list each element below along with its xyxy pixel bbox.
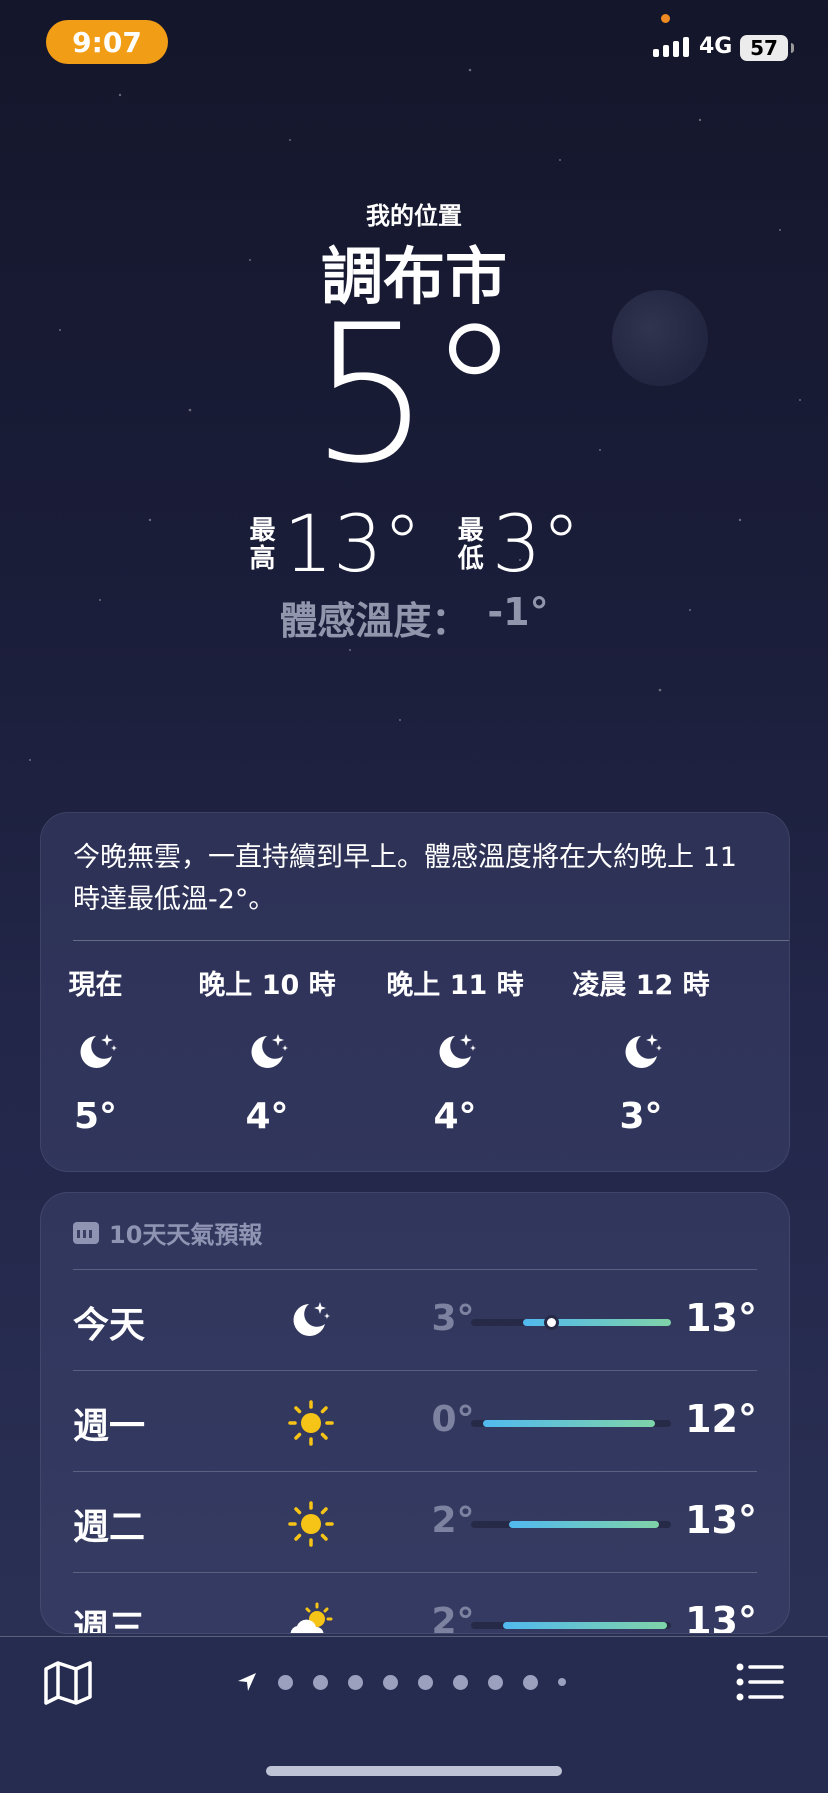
page-dot[interactable]: [453, 1674, 468, 1690]
temp-range-fill: [509, 1521, 659, 1528]
forecast-row[interactable]: 週二 2° 13°: [73, 1472, 757, 1572]
page-dot[interactable]: [383, 1674, 398, 1690]
location-arrow-icon[interactable]: [236, 1671, 258, 1693]
low-label: 最低: [457, 516, 484, 574]
sun-icon: [287, 1500, 335, 1548]
page-indicator[interactable]: [236, 1671, 566, 1693]
feels-like-label: 體感溫度：: [279, 599, 470, 643]
hour-label: 現在: [68, 970, 123, 1001]
hourly-item: 晚上 10 時 4°: [187, 963, 347, 1137]
day-label: 週一: [73, 1406, 146, 1447]
forecast-row[interactable]: 今天 3° 13°: [73, 1270, 757, 1370]
feels-like: 體感溫度： -1°: [0, 590, 828, 645]
temp-range-bar: [471, 1622, 671, 1629]
divider: [73, 940, 789, 941]
page-dot[interactable]: [488, 1674, 503, 1690]
status-time[interactable]: 9:07: [46, 20, 168, 64]
forecast-row[interactable]: 週一 0° 12°: [73, 1371, 757, 1471]
forecast-title: 10天天氣預報: [109, 1221, 263, 1249]
temp-range-fill: [503, 1622, 667, 1629]
high-low-temps: 最高 13° 最低 3°: [0, 500, 828, 590]
page-dot[interactable]: [278, 1674, 293, 1690]
low-temp: 3°: [491, 500, 581, 590]
privacy-indicator-dot: [661, 14, 670, 23]
page-dot[interactable]: [313, 1674, 328, 1690]
page-dot[interactable]: [523, 1674, 538, 1690]
hourly-forecast-card[interactable]: 今晚無雲，一直持續到早上。體感溫度將在大約晚上 11時達最低溫-2°。 現在 5°…: [40, 812, 790, 1172]
home-indicator[interactable]: [266, 1766, 562, 1776]
hourly-item: 晚上 11 時 4°: [375, 963, 535, 1137]
hourly-item: 凌晨: [741, 963, 789, 1002]
sun-icon: [287, 1399, 335, 1447]
partly-cloudy-sun-icon: [287, 1601, 335, 1633]
map-icon[interactable]: [40, 1657, 96, 1707]
forecast-row[interactable]: 週三 2° 13°: [73, 1573, 757, 1634]
hour-temp: 4°: [433, 1096, 477, 1137]
page-dot[interactable]: [418, 1674, 433, 1690]
page-dot[interactable]: [558, 1678, 566, 1686]
high-temp: 13°: [685, 1498, 757, 1542]
hour-temp: 5°: [73, 1096, 118, 1137]
calendar-icon: [73, 1221, 99, 1244]
low-temp: 2°: [431, 1601, 475, 1634]
day-label: 今天: [73, 1305, 146, 1346]
page-dot[interactable]: [348, 1674, 363, 1690]
moon-stars-icon: [433, 1030, 477, 1074]
hour-label: 凌晨 12 時: [572, 970, 710, 1001]
hourly-item: 現在 5°: [41, 963, 158, 1137]
moon-stars-icon: [245, 1030, 289, 1074]
hourly-item: 凌晨 12 時 3°: [561, 963, 721, 1137]
forecast-header: 10天天氣預報: [73, 1215, 262, 1250]
day-label: 週三: [73, 1608, 146, 1634]
temp-range-fill: [483, 1420, 655, 1427]
weather-summary: 今晚無雲，一直持續到早上。體感溫度將在大約晚上 11時達最低溫-2°。: [73, 842, 737, 915]
hour-label: 晚上 10 時: [198, 970, 336, 1001]
network-type: 4G: [699, 34, 733, 59]
high-temp: 12°: [685, 1397, 757, 1441]
feels-like-value: -1°: [487, 590, 549, 634]
temp-range-bar: [471, 1315, 671, 1330]
temp-range-bar: [471, 1521, 671, 1528]
moon-stars-icon: [287, 1298, 335, 1346]
cellular-signal-icon: [653, 37, 689, 57]
list-icon[interactable]: [734, 1657, 786, 1707]
high-temp: 13°: [685, 1296, 757, 1340]
day-label: 週二: [73, 1507, 146, 1548]
hour-temp: 4°: [245, 1096, 289, 1137]
temp-range-bar: [471, 1420, 671, 1427]
hour-label: 凌晨: [741, 963, 789, 1002]
current-temperature: 5°: [310, 284, 522, 505]
moon-stars-icon: [74, 1030, 118, 1074]
current-temp-marker: [544, 1315, 559, 1330]
battery-indicator: 57: [740, 35, 794, 61]
ten-day-forecast-card[interactable]: 10天天氣預報 今天 3° 13° 週一 0° 12° 週二 2° 13° 週三 2° 13°: [40, 1192, 790, 1634]
hour-label: 晚上 11 時: [386, 970, 524, 1001]
high-temp: 13°: [283, 500, 422, 590]
hour-temp: 3°: [619, 1096, 663, 1137]
moon-stars-icon: [619, 1030, 663, 1074]
high-temp: 13°: [685, 1599, 757, 1634]
high-label: 最高: [249, 516, 276, 574]
